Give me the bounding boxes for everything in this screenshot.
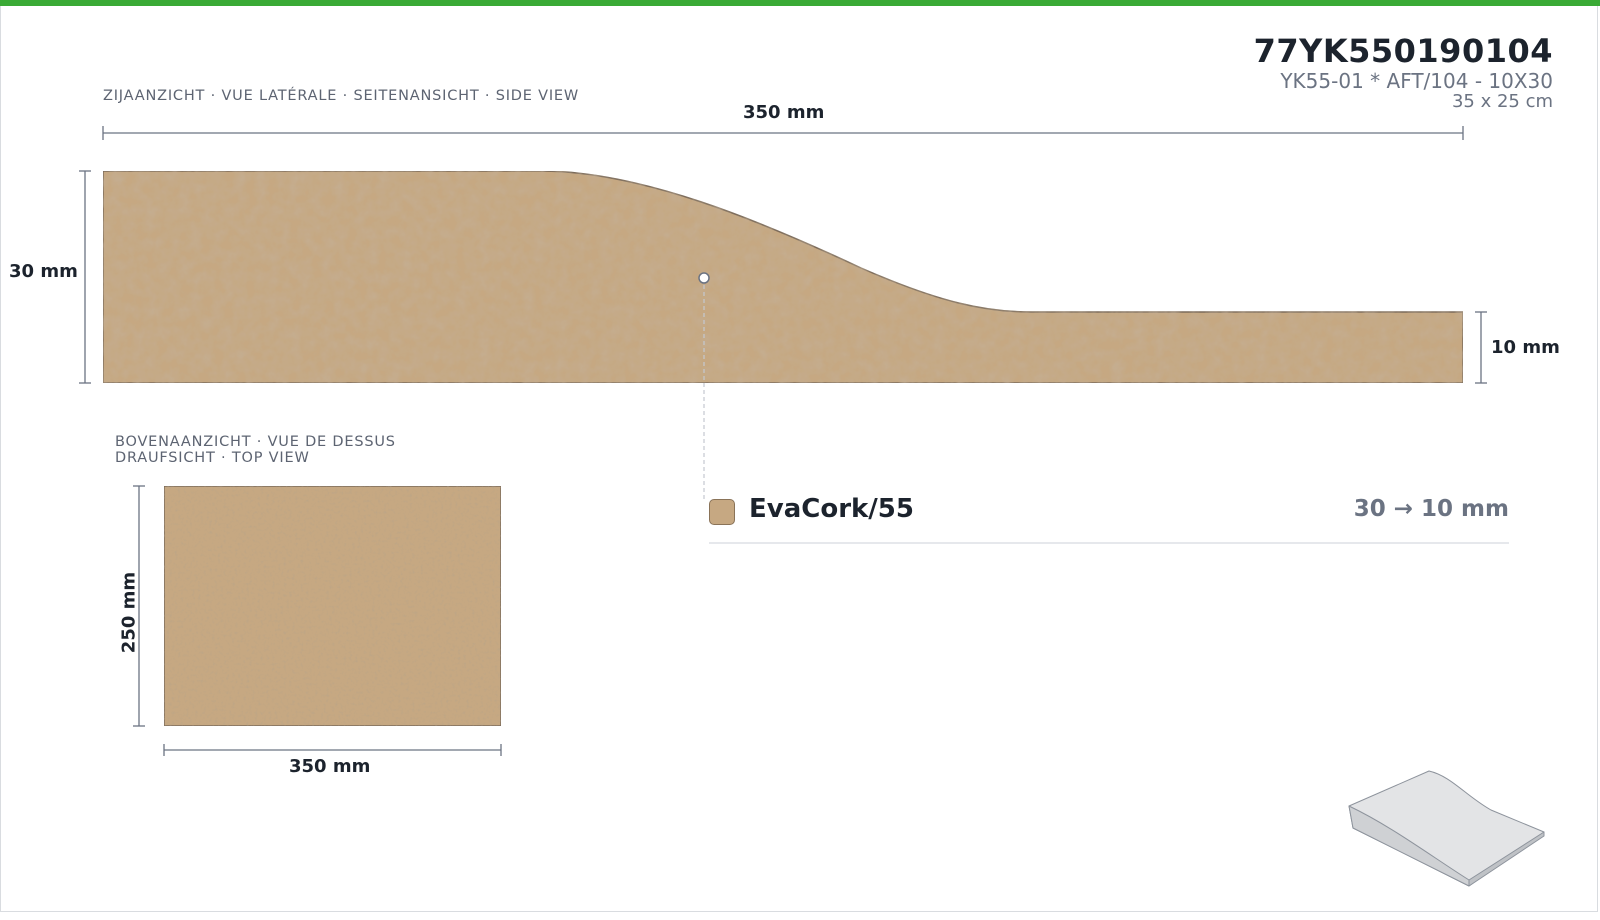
top-depth-dimension-line: [133, 485, 145, 727]
side-profile-shape: [102, 170, 1464, 384]
material-name: EvaCork/55: [749, 494, 914, 524]
material-row: EvaCork/55 30 → 10 mm: [709, 494, 1509, 544]
technical-drawing: [79, 126, 1545, 887]
top-width-dimension-line: [163, 744, 502, 756]
product-3d-thumbnail: [1348, 770, 1545, 887]
side-min-height-dimension-line: [1475, 311, 1487, 384]
top-view-shape: [163, 485, 502, 727]
side-length-dimension-line: [102, 126, 1464, 140]
side-max-height-dimension-line: [79, 170, 91, 384]
material-callout-marker: [698, 272, 710, 284]
material-color-swatch: [709, 499, 735, 525]
material-thickness: 30 → 10 mm: [1353, 496, 1509, 522]
product-drawing-sheet: 77YK550190104 YK55-01 * AFT/104 - 10X30 …: [0, 6, 1598, 912]
